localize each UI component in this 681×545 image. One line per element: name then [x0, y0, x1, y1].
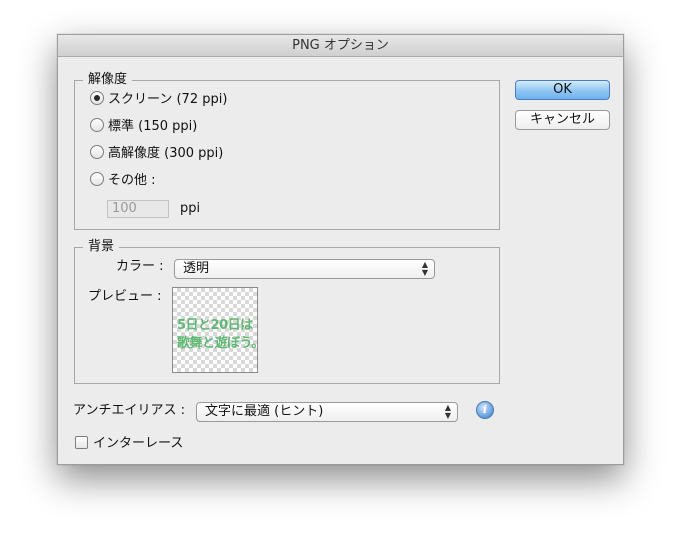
radio-screen-label: スクリーン (72 ppi) [108, 92, 228, 107]
ok-button[interactable]: OK [515, 80, 610, 100]
custom-resolution-unit: ppi [180, 201, 201, 216]
radio-button[interactable] [90, 172, 104, 186]
preview-label: プレビュー : [88, 289, 162, 304]
background-legend: 背景 [83, 239, 120, 255]
radio-high[interactable]: 高解像度 (300 ppi) [90, 145, 223, 163]
interlace-label: インターレース [93, 436, 184, 451]
png-options-dialog: PNG オプション 解像度 スクリーン (72 ppi) 標準 (150 ppi… [57, 34, 624, 465]
interlace-checkbox[interactable] [75, 436, 88, 449]
color-popup[interactable]: 透明 ▲ ▼ [174, 259, 435, 279]
radio-button-selected[interactable] [90, 91, 104, 105]
preview-image: 5日と20日は 歌舞と遊ぼう。 [172, 287, 258, 373]
interlace-checkbox-row[interactable]: インターレース [75, 435, 183, 453]
custom-resolution-input[interactable]: 100 [107, 200, 169, 218]
radio-screen[interactable]: スクリーン (72 ppi) [90, 91, 227, 109]
antialias-popup-value: 文字に最適 (ヒント) [205, 404, 324, 419]
radio-standard[interactable]: 標準 (150 ppi) [90, 118, 197, 136]
resolution-legend: 解像度 [83, 72, 133, 88]
radio-other[interactable]: その他 : [90, 172, 156, 190]
radio-button[interactable] [90, 118, 104, 132]
radio-high-label: 高解像度 (300 ppi) [108, 146, 224, 161]
dialog-title: PNG オプション [58, 35, 623, 57]
preview-text-line-1: 5日と20日は [177, 318, 253, 333]
preview-text-line-2: 歌舞と遊ぼう。 [177, 336, 258, 351]
radio-button[interactable] [90, 145, 104, 159]
radio-standard-label: 標準 (150 ppi) [108, 119, 198, 134]
color-popup-value: 透明 [183, 261, 210, 276]
info-icon[interactable]: i [476, 401, 494, 419]
cancel-button[interactable]: キャンセル [515, 110, 610, 130]
updown-arrows-icon: ▲ ▼ [421, 260, 428, 277]
radio-other-label: その他 : [108, 173, 156, 188]
antialias-label: アンチエイリアス : [73, 403, 185, 418]
antialias-popup[interactable]: 文字に最適 (ヒント) ▲ ▼ [196, 402, 458, 422]
color-label: カラー : [116, 259, 164, 274]
updown-arrows-icon: ▲ ▼ [444, 403, 451, 420]
